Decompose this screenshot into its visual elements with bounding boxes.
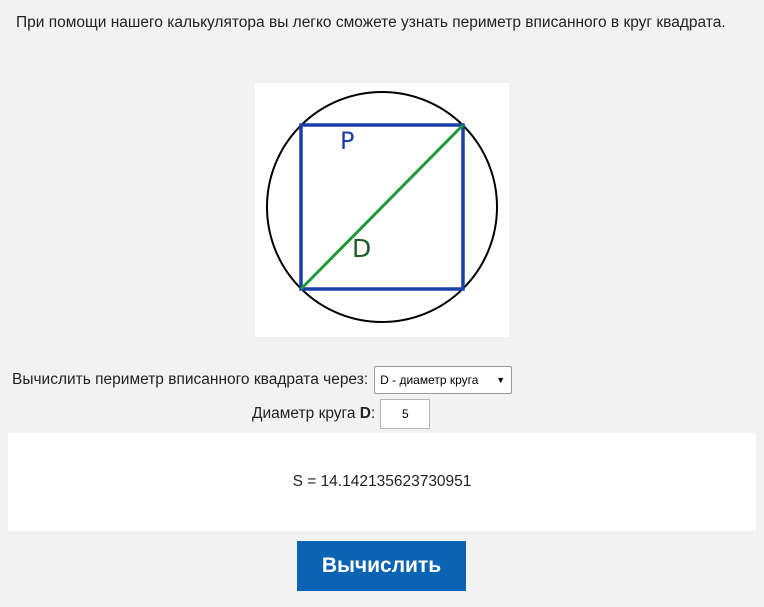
diameter-label-var: D — [359, 405, 371, 422]
dropdown-arrow-icon: ▼ — [496, 375, 506, 385]
diameter-label-suffix: : — [370, 405, 376, 422]
diameter-input[interactable]: 5 — [380, 399, 431, 429]
diameter-row: Диаметр круга D: 5 — [252, 399, 431, 429]
calculate-button[interactable]: Вычислить — [297, 541, 466, 591]
result-text: S = 14.142135623730951 — [292, 473, 472, 490]
diagonal-line — [299, 123, 465, 291]
method-label: Вычислить периметр вписанного квадрата ч… — [12, 371, 369, 388]
diameter-label: Диаметр круга D: — [252, 405, 375, 423]
method-select[interactable]: D - диаметр круга ▼ — [374, 366, 513, 394]
diameter-label-prefix: Диаметр круга — [252, 405, 360, 422]
diameter-label: D — [352, 234, 371, 263]
intro-text: При помощи нашего калькулятора вы легко … — [16, 14, 726, 31]
result-panel: S = 14.142135623730951 — [8, 433, 756, 531]
perimeter-label: P — [340, 127, 354, 155]
diagram-svg: P D — [266, 91, 498, 323]
method-select-value: D - диаметр круга — [380, 373, 479, 387]
method-row: Вычислить периметр вписанного квадрата ч… — [12, 365, 513, 395]
inscribed-square-diagram: P D — [255, 83, 509, 337]
